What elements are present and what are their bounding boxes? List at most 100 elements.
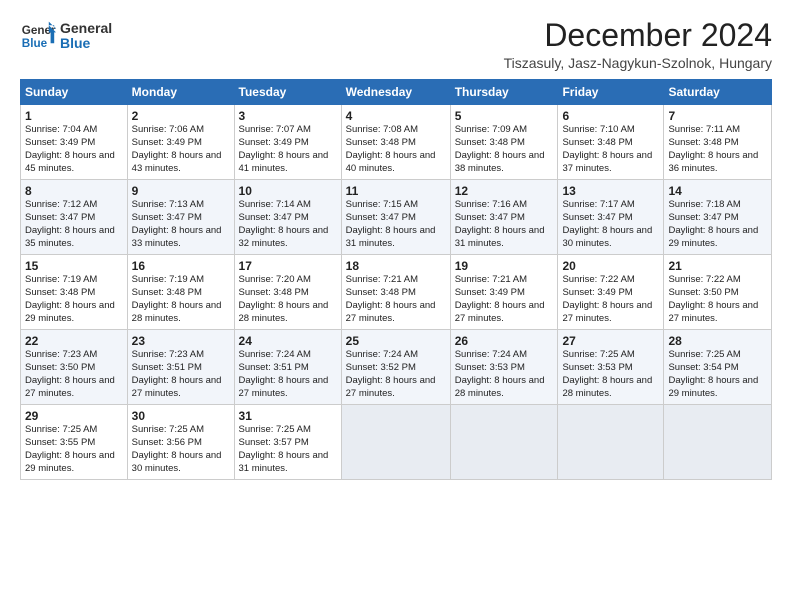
day-number: 9 [132,184,230,198]
day-detail: Sunrise: 7:24 AMSunset: 3:51 PMDaylight:… [239,349,337,400]
table-cell: 28Sunrise: 7:25 AMSunset: 3:54 PMDayligh… [664,330,772,405]
day-detail: Sunrise: 7:21 AMSunset: 3:48 PMDaylight:… [346,274,446,325]
col-monday: Monday [127,80,234,105]
page: General Blue General Blue December 2024 … [0,0,792,492]
table-cell: 18Sunrise: 7:21 AMSunset: 3:48 PMDayligh… [341,255,450,330]
day-detail: Sunrise: 7:23 AMSunset: 3:50 PMDaylight:… [25,349,123,400]
table-cell: 15Sunrise: 7:19 AMSunset: 3:48 PMDayligh… [21,255,128,330]
table-row: 1Sunrise: 7:04 AMSunset: 3:49 PMDaylight… [21,105,772,180]
day-number: 29 [25,409,123,423]
day-number: 27 [562,334,659,348]
table-cell: 26Sunrise: 7:24 AMSunset: 3:53 PMDayligh… [450,330,558,405]
table-cell: 31Sunrise: 7:25 AMSunset: 3:57 PMDayligh… [234,405,341,480]
day-number: 18 [346,259,446,273]
day-detail: Sunrise: 7:14 AMSunset: 3:47 PMDaylight:… [239,199,337,250]
day-number: 16 [132,259,230,273]
table-cell: 9Sunrise: 7:13 AMSunset: 3:47 PMDaylight… [127,180,234,255]
title-block: December 2024 Tiszasuly, Jasz-Nagykun-Sz… [504,18,772,71]
logo: General Blue General Blue [20,18,112,54]
day-number: 21 [668,259,767,273]
day-number: 3 [239,109,337,123]
table-cell: 5Sunrise: 7:09 AMSunset: 3:48 PMDaylight… [450,105,558,180]
day-number: 5 [455,109,554,123]
day-detail: Sunrise: 7:07 AMSunset: 3:49 PMDaylight:… [239,124,337,175]
day-detail: Sunrise: 7:10 AMSunset: 3:48 PMDaylight:… [562,124,659,175]
day-number: 25 [346,334,446,348]
day-detail: Sunrise: 7:06 AMSunset: 3:49 PMDaylight:… [132,124,230,175]
day-number: 2 [132,109,230,123]
logo-icon: General Blue [20,18,56,54]
table-cell [341,405,450,480]
table-cell: 12Sunrise: 7:16 AMSunset: 3:47 PMDayligh… [450,180,558,255]
day-detail: Sunrise: 7:13 AMSunset: 3:47 PMDaylight:… [132,199,230,250]
day-detail: Sunrise: 7:04 AMSunset: 3:49 PMDaylight:… [25,124,123,175]
day-number: 15 [25,259,123,273]
day-detail: Sunrise: 7:22 AMSunset: 3:49 PMDaylight:… [562,274,659,325]
day-number: 13 [562,184,659,198]
col-saturday: Saturday [664,80,772,105]
day-detail: Sunrise: 7:15 AMSunset: 3:47 PMDaylight:… [346,199,446,250]
table-cell: 4Sunrise: 7:08 AMSunset: 3:48 PMDaylight… [341,105,450,180]
day-number: 24 [239,334,337,348]
day-number: 7 [668,109,767,123]
day-number: 22 [25,334,123,348]
day-number: 30 [132,409,230,423]
day-number: 12 [455,184,554,198]
day-number: 31 [239,409,337,423]
day-detail: Sunrise: 7:22 AMSunset: 3:50 PMDaylight:… [668,274,767,325]
table-cell: 27Sunrise: 7:25 AMSunset: 3:53 PMDayligh… [558,330,664,405]
col-wednesday: Wednesday [341,80,450,105]
table-cell: 10Sunrise: 7:14 AMSunset: 3:47 PMDayligh… [234,180,341,255]
day-detail: Sunrise: 7:23 AMSunset: 3:51 PMDaylight:… [132,349,230,400]
table-cell: 24Sunrise: 7:24 AMSunset: 3:51 PMDayligh… [234,330,341,405]
table-cell [450,405,558,480]
day-detail: Sunrise: 7:25 AMSunset: 3:57 PMDaylight:… [239,424,337,475]
table-cell: 7Sunrise: 7:11 AMSunset: 3:48 PMDaylight… [664,105,772,180]
day-number: 11 [346,184,446,198]
day-detail: Sunrise: 7:19 AMSunset: 3:48 PMDaylight:… [25,274,123,325]
table-cell [558,405,664,480]
col-tuesday: Tuesday [234,80,341,105]
day-number: 20 [562,259,659,273]
subtitle: Tiszasuly, Jasz-Nagykun-Szolnok, Hungary [504,55,772,71]
table-cell: 23Sunrise: 7:23 AMSunset: 3:51 PMDayligh… [127,330,234,405]
day-number: 4 [346,109,446,123]
day-detail: Sunrise: 7:19 AMSunset: 3:48 PMDaylight:… [132,274,230,325]
day-number: 28 [668,334,767,348]
day-detail: Sunrise: 7:21 AMSunset: 3:49 PMDaylight:… [455,274,554,325]
table-cell: 19Sunrise: 7:21 AMSunset: 3:49 PMDayligh… [450,255,558,330]
day-detail: Sunrise: 7:09 AMSunset: 3:48 PMDaylight:… [455,124,554,175]
table-cell: 20Sunrise: 7:22 AMSunset: 3:49 PMDayligh… [558,255,664,330]
day-number: 10 [239,184,337,198]
day-detail: Sunrise: 7:17 AMSunset: 3:47 PMDaylight:… [562,199,659,250]
calendar-table: Sunday Monday Tuesday Wednesday Thursday… [20,79,772,480]
day-number: 23 [132,334,230,348]
day-detail: Sunrise: 7:25 AMSunset: 3:55 PMDaylight:… [25,424,123,475]
day-number: 14 [668,184,767,198]
day-number: 6 [562,109,659,123]
day-detail: Sunrise: 7:25 AMSunset: 3:56 PMDaylight:… [132,424,230,475]
day-number: 26 [455,334,554,348]
table-row: 8Sunrise: 7:12 AMSunset: 3:47 PMDaylight… [21,180,772,255]
col-thursday: Thursday [450,80,558,105]
day-detail: Sunrise: 7:18 AMSunset: 3:47 PMDaylight:… [668,199,767,250]
day-detail: Sunrise: 7:25 AMSunset: 3:53 PMDaylight:… [562,349,659,400]
table-cell: 6Sunrise: 7:10 AMSunset: 3:48 PMDaylight… [558,105,664,180]
table-cell: 8Sunrise: 7:12 AMSunset: 3:47 PMDaylight… [21,180,128,255]
day-number: 1 [25,109,123,123]
table-cell: 17Sunrise: 7:20 AMSunset: 3:48 PMDayligh… [234,255,341,330]
table-cell: 16Sunrise: 7:19 AMSunset: 3:48 PMDayligh… [127,255,234,330]
table-cell: 29Sunrise: 7:25 AMSunset: 3:55 PMDayligh… [21,405,128,480]
day-detail: Sunrise: 7:24 AMSunset: 3:53 PMDaylight:… [455,349,554,400]
table-row: 22Sunrise: 7:23 AMSunset: 3:50 PMDayligh… [21,330,772,405]
header: General Blue General Blue December 2024 … [20,18,772,71]
day-detail: Sunrise: 7:11 AMSunset: 3:48 PMDaylight:… [668,124,767,175]
table-cell: 2Sunrise: 7:06 AMSunset: 3:49 PMDaylight… [127,105,234,180]
day-number: 8 [25,184,123,198]
day-detail: Sunrise: 7:16 AMSunset: 3:47 PMDaylight:… [455,199,554,250]
day-number: 17 [239,259,337,273]
table-row: 29Sunrise: 7:25 AMSunset: 3:55 PMDayligh… [21,405,772,480]
day-detail: Sunrise: 7:20 AMSunset: 3:48 PMDaylight:… [239,274,337,325]
table-cell: 1Sunrise: 7:04 AMSunset: 3:49 PMDaylight… [21,105,128,180]
day-detail: Sunrise: 7:08 AMSunset: 3:48 PMDaylight:… [346,124,446,175]
